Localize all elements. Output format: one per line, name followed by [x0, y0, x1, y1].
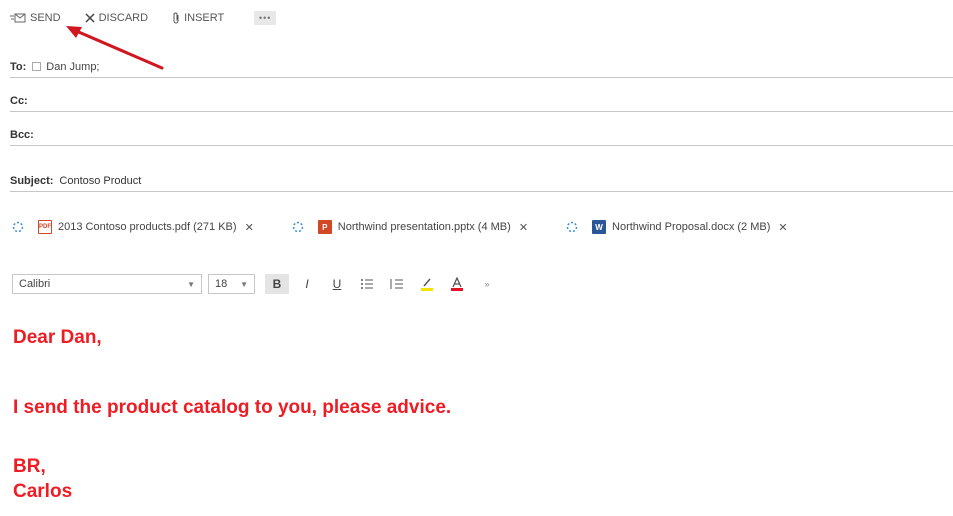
remove-attachment-icon[interactable]: ✕ — [245, 221, 254, 234]
paperclip-icon — [172, 12, 180, 24]
send-button[interactable]: SEND — [10, 12, 61, 24]
to-field[interactable]: To: Dan Jump; — [10, 56, 953, 78]
send-icon — [10, 13, 26, 23]
attachments-bar: PDF 2013 Contoso products.pdf (271 KB) ✕… — [12, 217, 788, 237]
send-label: SEND — [30, 12, 61, 24]
remove-attachment-icon[interactable]: ✕ — [519, 221, 528, 234]
formatting-toolbar: Calibri ▼ 18 ▼ B I U » — [12, 273, 499, 295]
chevron-down-icon: ▼ — [187, 279, 195, 289]
cc-field[interactable]: Cc: — [10, 90, 953, 112]
cc-label: Cc: — [10, 94, 28, 107]
font-size-value: 18 — [215, 278, 228, 290]
loading-spinner-icon — [12, 221, 24, 233]
chevron-down-icon: ▼ — [240, 279, 248, 289]
to-label: To: — [10, 60, 27, 73]
font-family-select[interactable]: Calibri ▼ — [12, 274, 202, 294]
body-line: I send the product catalog to you, pleas… — [13, 397, 452, 418]
remove-attachment-icon[interactable]: ✕ — [778, 221, 787, 234]
bcc-field[interactable]: Bcc: — [10, 124, 953, 146]
recipient-name: Dan Jump; — [46, 60, 100, 73]
loading-spinner-icon — [566, 221, 578, 233]
font-color-button[interactable] — [445, 274, 469, 294]
more-formatting-button[interactable]: » — [475, 274, 499, 294]
attachment-item[interactable]: PDF 2013 Contoso products.pdf (271 KB) ✕ — [12, 220, 254, 234]
highlighter-icon — [421, 278, 433, 291]
bullet-list-button[interactable] — [355, 274, 379, 294]
recipient-chip[interactable]: Dan Jump; — [32, 60, 100, 73]
attachment-item[interactable]: W Northwind Proposal.docx (2 MB) ✕ — [566, 220, 788, 234]
more-options-button[interactable]: ••• — [254, 11, 277, 25]
body-closing: BR, — [13, 456, 46, 477]
font-size-select[interactable]: 18 ▼ — [208, 274, 255, 294]
underline-button[interactable]: U — [325, 274, 349, 294]
italic-button[interactable]: I — [295, 274, 319, 294]
subject-label: Subject: — [10, 174, 54, 187]
bullet-list-icon — [361, 279, 373, 289]
underline-icon: U — [332, 277, 342, 291]
pdf-icon: PDF — [38, 220, 52, 234]
highlight-button[interactable] — [415, 274, 439, 294]
bcc-label: Bcc: — [10, 128, 34, 141]
body-greeting: Dear Dan, — [13, 327, 102, 348]
numbered-list-icon — [390, 279, 403, 289]
loading-spinner-icon — [292, 221, 304, 233]
attachment-name: Northwind presentation.pptx (4 MB) — [337, 221, 511, 233]
attachment-item[interactable]: P Northwind presentation.pptx (4 MB) ✕ — [292, 220, 528, 234]
subject-field[interactable]: Subject: Contoso Product — [10, 170, 953, 192]
bold-icon: B — [272, 277, 282, 291]
italic-icon: I — [305, 277, 309, 291]
bold-button[interactable]: B — [265, 274, 289, 294]
numbered-list-button[interactable] — [385, 274, 409, 294]
insert-button[interactable]: INSERT — [172, 12, 224, 24]
contact-icon — [32, 62, 42, 71]
subject-value: Contoso Product — [59, 174, 142, 187]
font-color-icon — [451, 277, 463, 291]
pptx-icon: P — [317, 220, 332, 234]
double-chevron-down-icon: » — [484, 279, 490, 289]
attachment-name: 2013 Contoso products.pdf (271 KB) — [58, 221, 237, 233]
attachment-name: Northwind Proposal.docx (2 MB) — [612, 221, 771, 233]
docx-icon: W — [592, 220, 607, 234]
insert-label: INSERT — [184, 12, 225, 24]
font-family-value: Calibri — [19, 278, 51, 290]
body-signature: Carlos — [13, 481, 73, 502]
